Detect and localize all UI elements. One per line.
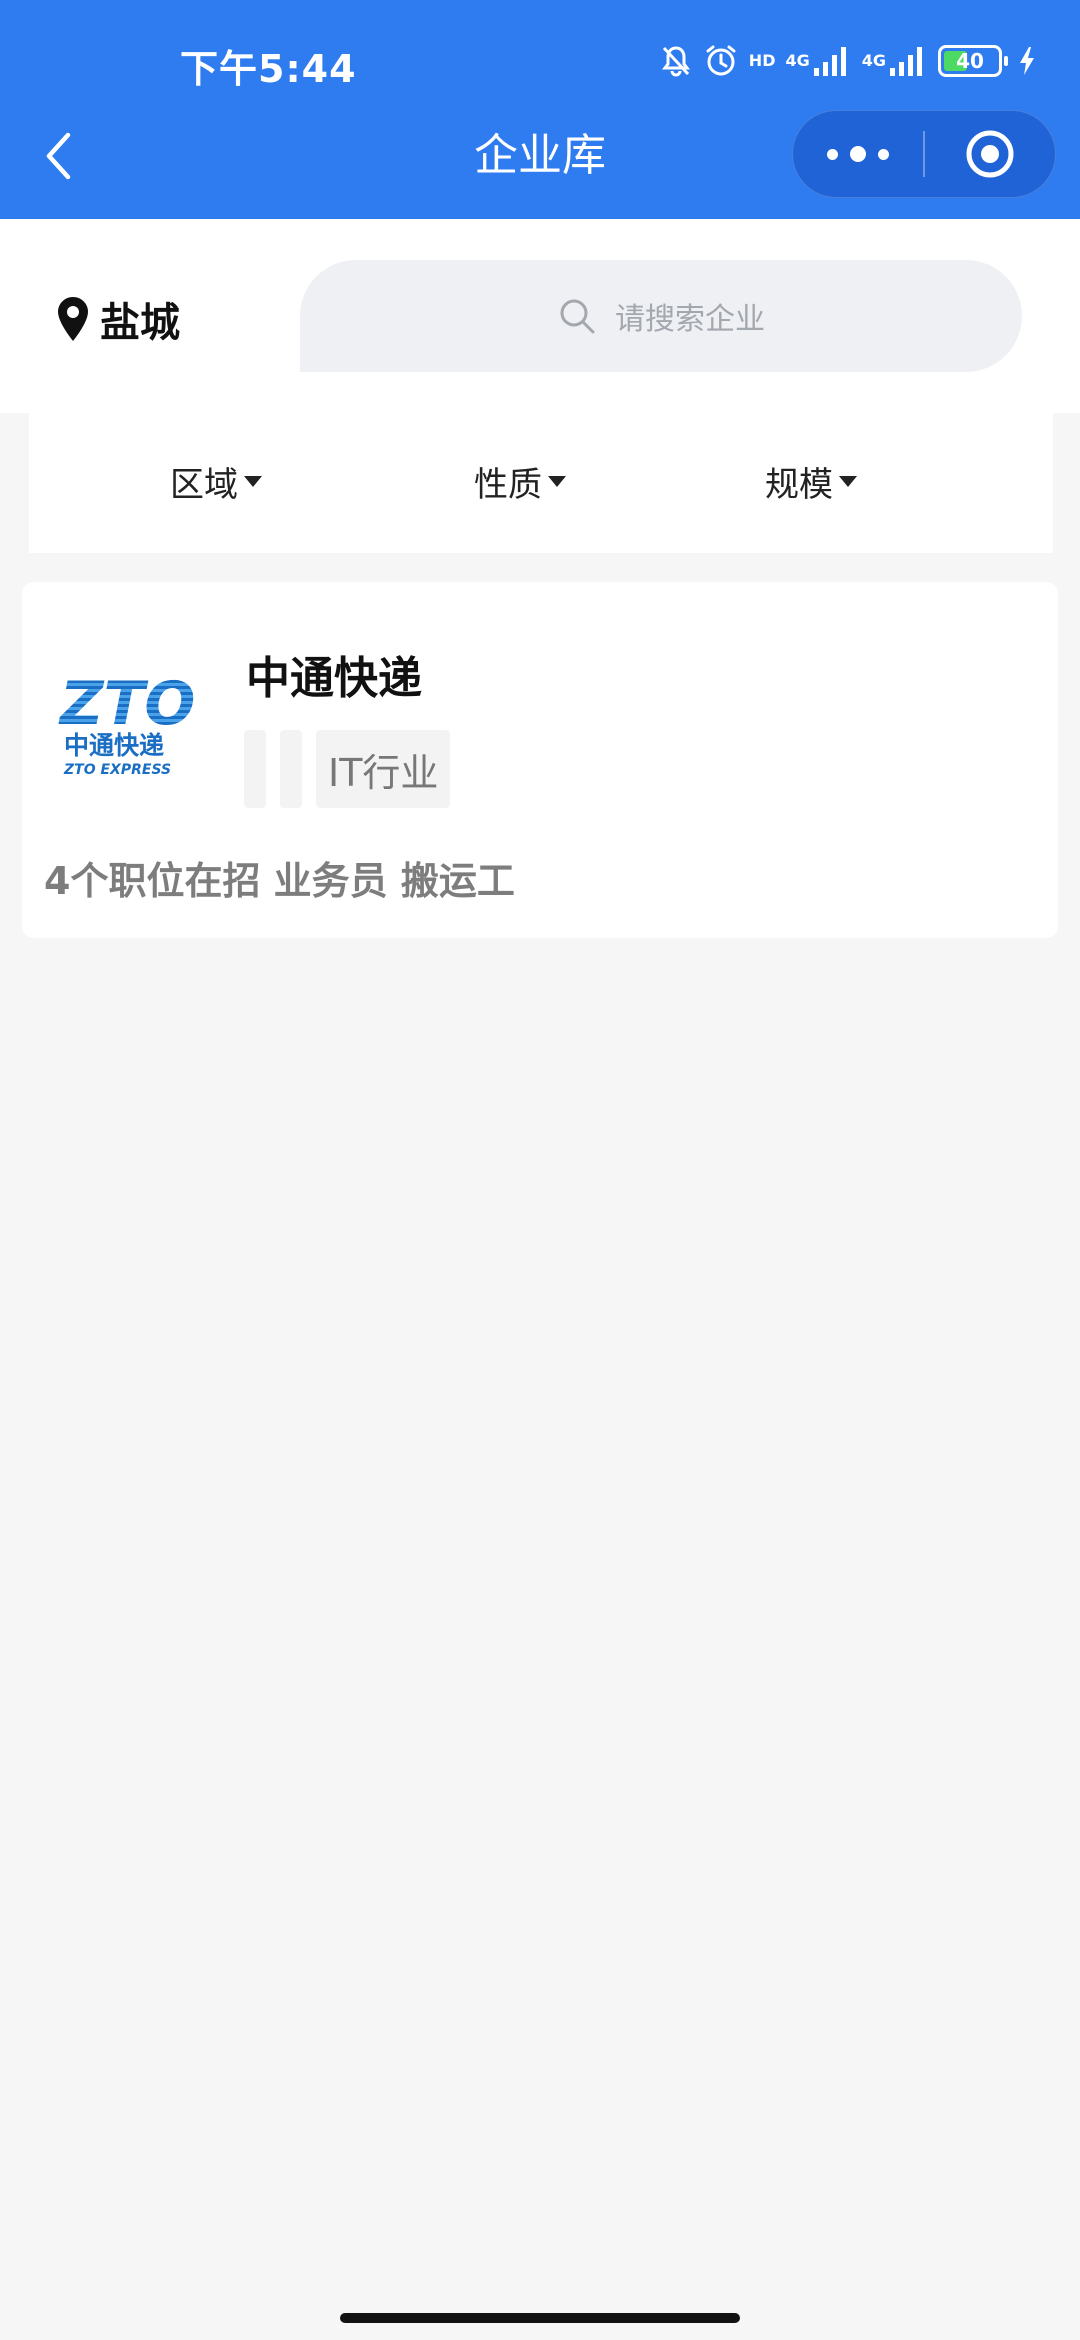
hd-icon: HD	[748, 51, 776, 70]
alarm-icon	[703, 41, 739, 81]
filter-nature[interactable]: 性质	[474, 457, 566, 506]
industry-tag: IT行业	[316, 730, 451, 808]
svg-text:中通快递: 中通快递	[64, 731, 164, 760]
more-dot-icon	[827, 148, 838, 160]
filter-label: 区域	[170, 465, 238, 505]
caret-down-icon	[839, 476, 857, 487]
city-name: 盐城	[100, 300, 180, 346]
company-name: 中通快递	[246, 653, 422, 704]
search-input[interactable]: 请搜索企业	[300, 260, 1022, 372]
company-logo: ZTO 中通快递 ZTO EXPRESS	[56, 668, 204, 788]
signal-4g-icon-2: 4G	[862, 41, 928, 81]
caret-down-icon	[548, 476, 566, 487]
search-icon	[560, 299, 595, 334]
filter-region[interactable]: 区域	[170, 457, 262, 506]
target-icon	[966, 130, 1014, 178]
charging-icon	[1018, 41, 1036, 81]
caret-down-icon	[244, 476, 262, 487]
search-placeholder: 请搜索企业	[615, 302, 765, 337]
jobs-summary: 4个职位在招 业务员 搬运工	[44, 859, 515, 903]
filter-bar: 区域 性质 规模	[29, 413, 1053, 553]
more-dot-icon	[878, 148, 889, 160]
top-header: 下午5:44 HD 4G 4G 40 企业库	[0, 0, 1080, 219]
net-label-2: 4G	[861, 51, 886, 70]
company-card[interactable]: ZTO 中通快递 ZTO EXPRESS 中通快递 IT行业 4个职位在招 业务…	[22, 582, 1058, 938]
company-tag	[280, 730, 302, 808]
more-button[interactable]	[793, 111, 923, 197]
status-icons: HD 4G 4G 40	[659, 38, 1036, 84]
close-miniprogram-button[interactable]	[925, 111, 1055, 197]
battery-icon: 40	[938, 45, 1008, 77]
city-selector[interactable]: 盐城	[56, 290, 180, 348]
filter-scale[interactable]: 规模	[765, 457, 857, 506]
status-time: 下午5:44	[180, 47, 357, 91]
company-tag	[244, 730, 266, 808]
filter-label: 性质	[474, 465, 542, 505]
filter-label: 规模	[765, 465, 833, 505]
miniprogram-capsule	[792, 110, 1056, 198]
signal-4g-icon-1: 4G	[785, 41, 851, 81]
location-pin-icon	[58, 297, 88, 341]
svg-text:ZTO EXPRESS: ZTO EXPRESS	[63, 762, 171, 778]
net-label-1: 4G	[785, 51, 810, 70]
battery-level: 40	[956, 49, 984, 73]
home-indicator	[340, 2313, 740, 2323]
more-dot-icon	[850, 146, 866, 162]
company-tags: IT行业	[244, 730, 451, 808]
mute-bell-icon	[659, 41, 693, 81]
svg-text:ZTO: ZTO	[58, 669, 195, 739]
